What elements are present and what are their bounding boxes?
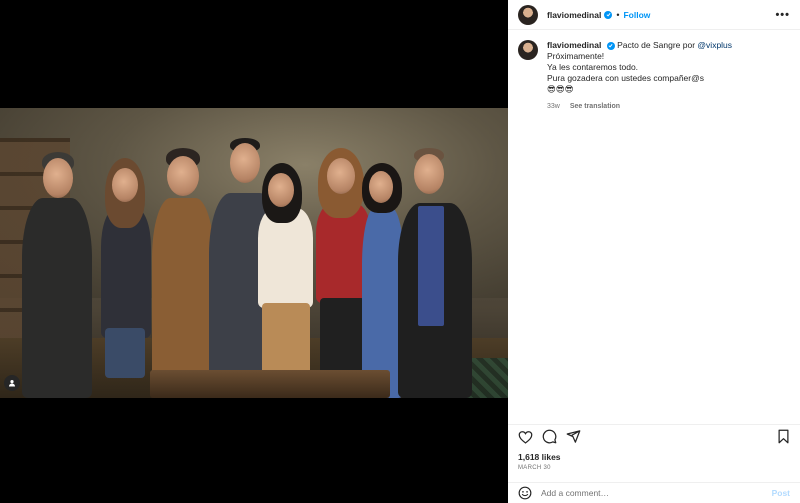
heart-icon[interactable] [517,429,533,445]
post-header: flaviomedinal • Follow ••• [508,0,800,30]
caption-intro: Pacto de Sangre por [617,40,698,50]
post-username[interactable]: flaviomedinal [547,10,601,20]
tag-people-icon[interactable] [4,375,20,391]
post-side-panel: flaviomedinal • Follow ••• flaviomedinal… [508,0,800,503]
caption-meta: 33w See translation [547,101,732,112]
avatar[interactable] [518,4,538,25]
see-translation-link[interactable]: See translation [570,101,620,112]
caption-text-line: Pura gozadera con ustedes compañer@s [547,73,704,83]
photo-person [16,148,96,398]
post-caption: flaviomedinal Pacto de Sangre por @vixpl… [508,30,800,112]
post-age[interactable]: 33w [547,101,560,112]
post-comment-button[interactable]: Post [772,488,790,498]
more-options-button[interactable]: ••• [775,9,790,21]
add-comment-bar: Post [508,482,800,503]
comment-icon[interactable] [541,429,557,445]
verified-icon [604,10,613,19]
photo-table-with-bottles [150,370,390,398]
caption-mention-link[interactable]: @vixplus [697,40,732,50]
verified-icon [606,41,615,50]
bookmark-icon[interactable] [775,429,791,445]
photo-person [390,148,475,398]
post-action-bar [508,424,800,448]
caption-username[interactable]: flaviomedinal [547,40,601,50]
emoji-icon[interactable] [518,486,532,500]
caption-first-line: flaviomedinal Pacto de Sangre por @vixpl… [547,40,732,51]
caption-body: flaviomedinal Pacto de Sangre por @vixpl… [547,40,732,112]
post-media[interactable] [0,0,508,503]
caption-text-line: Próximamente! [547,51,605,61]
caption-emoji-line: 😎😎😎 [547,84,574,94]
follow-button[interactable]: Follow [623,10,650,20]
separator-dot: • [616,9,620,20]
post-photo[interactable] [0,108,508,398]
share-icon[interactable] [565,429,581,445]
comment-input[interactable] [541,488,772,498]
caption-avatar[interactable] [518,40,538,60]
post-date: MARCH 30 [518,465,551,471]
caption-text-line: Ya les contaremos todo. [547,62,639,72]
instagram-post-modal: flaviomedinal • Follow ••• flaviomedinal… [0,0,800,503]
photo-person [95,158,155,398]
photo-person [250,163,320,398]
likes-count[interactable]: 1,618 likes [518,452,561,462]
